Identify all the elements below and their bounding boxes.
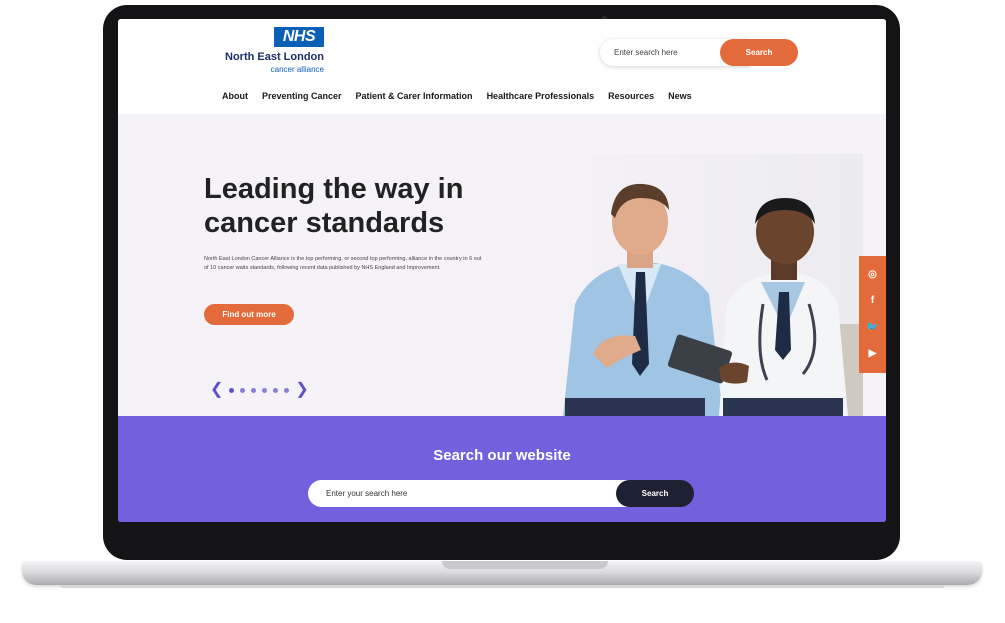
- search-section: Search our website Search: [118, 416, 886, 522]
- carousel-controls: ❮ ❯: [210, 382, 309, 398]
- nhs-badge: NHS: [274, 27, 324, 47]
- find-out-more-button[interactable]: Find out more: [204, 304, 294, 325]
- laptop-base: [22, 561, 982, 585]
- site-search: Search: [308, 480, 694, 507]
- carousel-prev-icon[interactable]: ❮: [210, 382, 223, 398]
- facebook-icon[interactable]: f: [866, 294, 880, 308]
- instagram-icon[interactable]: ◎: [866, 268, 880, 282]
- nav-item-resources[interactable]: Resources: [608, 91, 654, 105]
- hero-banner: Leading the way in cancer standards Nort…: [118, 114, 886, 416]
- site-search-input[interactable]: [308, 480, 648, 507]
- hero-text: North East London Cancer Alliance is the…: [204, 256, 482, 271]
- site-search-button[interactable]: Search: [616, 480, 694, 507]
- laptop-notch: [442, 561, 608, 569]
- laptop-feet: [60, 585, 945, 588]
- doctors-photo: [523, 154, 863, 416]
- header-search: Search: [600, 39, 798, 66]
- nav-item-healthcare-professionals[interactable]: Healthcare Professionals: [487, 91, 595, 105]
- carousel-dot[interactable]: [262, 387, 268, 393]
- logo-organisation: North East London: [225, 51, 324, 63]
- nhs-logo[interactable]: NHS North East London cancer alliance: [204, 27, 334, 79]
- twitter-icon[interactable]: 🐦: [866, 321, 880, 335]
- logo-subtitle: cancer alliance: [270, 65, 324, 74]
- carousel-next-icon[interactable]: ❯: [295, 382, 308, 398]
- laptop-screen: NHS North East London cancer alliance Se…: [118, 19, 886, 522]
- site-header: NHS North East London cancer alliance Se…: [118, 19, 886, 114]
- nav-item-preventing-cancer[interactable]: Preventing Cancer: [262, 91, 342, 105]
- header-search-button[interactable]: Search: [720, 39, 798, 66]
- youtube-icon[interactable]: ▶: [866, 347, 880, 361]
- nav-item-patient-carer-information[interactable]: Patient & Carer Information: [356, 91, 473, 105]
- carousel-dot[interactable]: [284, 387, 290, 393]
- nav-item-about[interactable]: About: [222, 91, 248, 105]
- social-share-bar: ◎ f 🐦 ▶: [859, 256, 886, 373]
- carousel-dot[interactable]: [251, 387, 257, 393]
- carousel-dot[interactable]: [229, 387, 235, 393]
- carousel-dot[interactable]: [273, 387, 279, 393]
- search-section-title: Search our website: [433, 447, 571, 464]
- carousel-dot[interactable]: [240, 387, 246, 393]
- hero-title: Leading the way in cancer standards: [204, 173, 464, 239]
- main-nav: About Preventing Cancer Patient & Carer …: [222, 91, 692, 105]
- nav-item-news[interactable]: News: [668, 91, 692, 105]
